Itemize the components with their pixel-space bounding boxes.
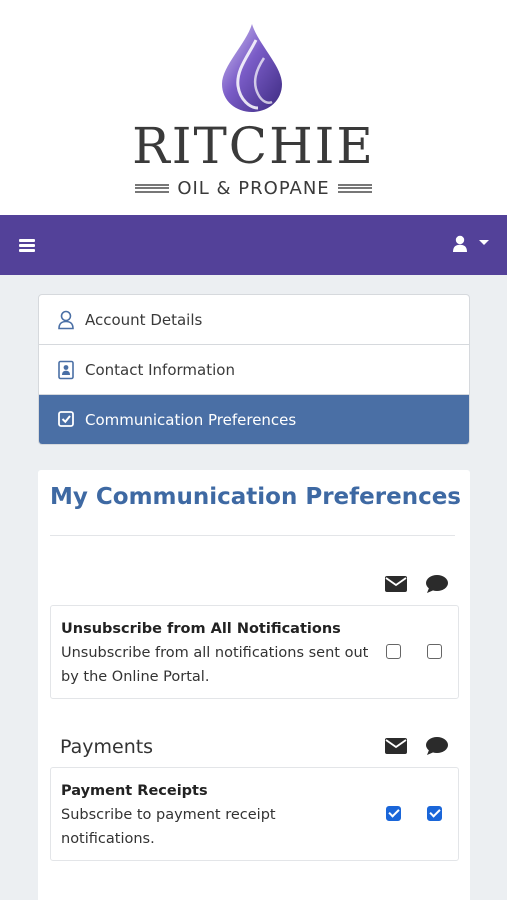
user-menu-button[interactable]	[452, 234, 492, 256]
nav-item-contact-information[interactable]: Contact Information	[39, 345, 469, 395]
title-divider	[50, 535, 455, 536]
nav-item-account-details[interactable]: Account Details	[39, 295, 469, 345]
nav-item-label: Account Details	[85, 311, 203, 329]
account-nav-menu: Account Details Contact Information Comm…	[38, 294, 470, 445]
brand-wordmark: RITCHIE	[132, 117, 375, 175]
nav-item-label: Communication Preferences	[85, 411, 297, 429]
tagline-rule-left	[135, 183, 170, 193]
brand-tagline: OIL & PROPANE	[0, 177, 507, 201]
page-title: My Communication Preferences	[50, 484, 461, 510]
unsubscribe-all-row: Unsubscribe from All Notifications Unsub…	[50, 605, 459, 699]
chat-bubble-icon	[426, 575, 448, 593]
user-outline-icon	[58, 310, 74, 330]
unsubscribe-all-email-checkbox[interactable]	[386, 644, 401, 659]
nav-item-label: Contact Information	[85, 361, 235, 379]
chat-bubble-icon	[426, 737, 448, 755]
envelope-icon	[385, 576, 407, 592]
checkbox-square-icon	[58, 411, 74, 427]
section-title-payments: Payments	[60, 736, 154, 758]
payment-receipts-email-checkbox[interactable]	[386, 806, 401, 821]
contact-card-icon	[58, 360, 74, 380]
payment-receipts-row: Payment Receipts Subscribe to payment re…	[50, 767, 459, 861]
envelope-icon	[385, 738, 407, 754]
unsubscribe-all-sms-checkbox[interactable]	[427, 644, 442, 659]
nav-item-communication-preferences[interactable]: Communication Preferences	[39, 395, 469, 444]
tagline-rule-right	[337, 183, 372, 193]
logo-header: RITCHIE OIL & PROPANE	[0, 0, 507, 215]
row-description: Subscribe to payment receipt notificatio…	[61, 807, 276, 847]
flame-drop-logo-icon	[222, 24, 282, 112]
communication-preferences-panel: My Communication Preferences Unsubscribe…	[38, 470, 470, 900]
user-icon	[453, 235, 467, 252]
row-description: Unsubscribe from all notifications sent …	[61, 645, 369, 685]
hamburger-icon[interactable]	[19, 239, 35, 252]
top-navigation-bar	[0, 215, 507, 275]
row-title: Unsubscribe from All Notifications	[61, 621, 341, 637]
chevron-down-icon	[479, 240, 489, 245]
row-title: Payment Receipts	[61, 783, 208, 799]
brand-tagline-text: OIL & PROPANE	[177, 178, 330, 199]
payment-receipts-sms-checkbox[interactable]	[427, 806, 442, 821]
